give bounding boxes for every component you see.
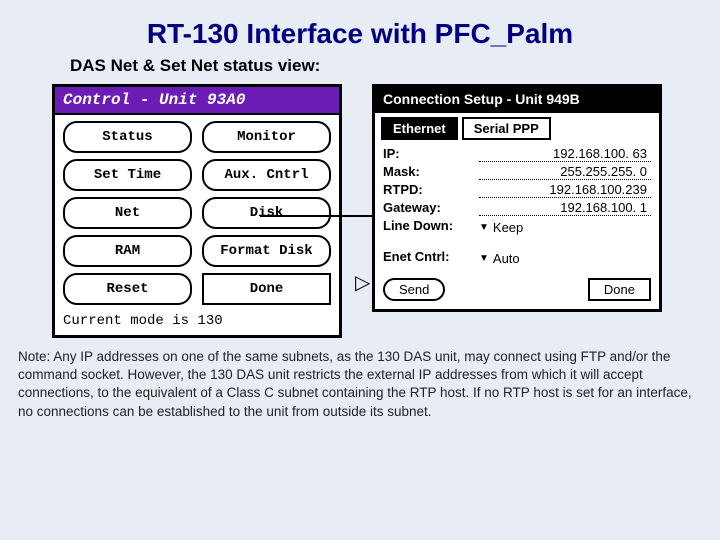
chevron-down-icon: ▼ [479, 253, 489, 264]
line-down-label: Line Down: [383, 218, 479, 233]
note-text: Note: Any IP addresses on one of the sam… [0, 338, 720, 421]
tab-ethernet[interactable]: Ethernet [381, 117, 458, 140]
done-button[interactable]: Done [202, 273, 331, 305]
aux-cntrl-button[interactable]: Aux. Cntrl [202, 159, 331, 191]
enet-cntrl-dropdown[interactable]: ▼ Auto [479, 251, 520, 266]
slide-subtitle: DAS Net & Set Net status view: [0, 56, 720, 84]
format-disk-button[interactable]: Format Disk [202, 235, 331, 267]
disk-button[interactable]: Disk [202, 197, 331, 229]
ip-field[interactable]: 192.168.100. 63 [479, 146, 651, 162]
reset-button[interactable]: Reset [63, 273, 192, 305]
gateway-field[interactable]: 192.168.100. 1 [479, 200, 651, 216]
monitor-button[interactable]: Monitor [202, 121, 331, 153]
done-button-connection[interactable]: Done [588, 278, 651, 301]
ip-label: IP: [383, 146, 479, 161]
status-button[interactable]: Status [63, 121, 192, 153]
control-panel: Control - Unit 93A0 Status Monitor Set T… [52, 84, 342, 338]
control-titlebar: Control - Unit 93A0 [55, 87, 339, 115]
slide-title: RT-130 Interface with PFC_Palm [0, 0, 720, 56]
gateway-label: Gateway: [383, 200, 479, 215]
line-down-dropdown[interactable]: ▼ Keep [479, 220, 523, 235]
set-time-button[interactable]: Set Time [63, 159, 192, 191]
enet-cntrl-value: Auto [493, 251, 520, 266]
mask-field[interactable]: 255.255.255. 0 [479, 164, 651, 180]
screenshot-row: Control - Unit 93A0 Status Monitor Set T… [0, 84, 720, 338]
mask-label: Mask: [383, 164, 479, 179]
net-button[interactable]: Net [63, 197, 192, 229]
line-down-value: Keep [493, 220, 523, 235]
arrow-connector-line [260, 215, 375, 217]
rtpd-label: RTPD: [383, 182, 479, 197]
send-button[interactable]: Send [383, 278, 445, 301]
tab-serial-ppp[interactable]: Serial PPP [462, 117, 551, 140]
chevron-down-icon: ▼ [479, 222, 489, 233]
connection-panel: Connection Setup - Unit 949B Ethernet Se… [372, 84, 662, 312]
mode-status-text: Current mode is 130 [55, 309, 339, 335]
enet-cntrl-label: Enet Cntrl: [383, 249, 479, 264]
ram-button[interactable]: RAM [63, 235, 192, 267]
arrow-right-icon: ▷ [355, 270, 370, 295]
connection-titlebar: Connection Setup - Unit 949B [375, 87, 659, 113]
rtpd-field[interactable]: 192.168.100.239 [479, 182, 651, 198]
